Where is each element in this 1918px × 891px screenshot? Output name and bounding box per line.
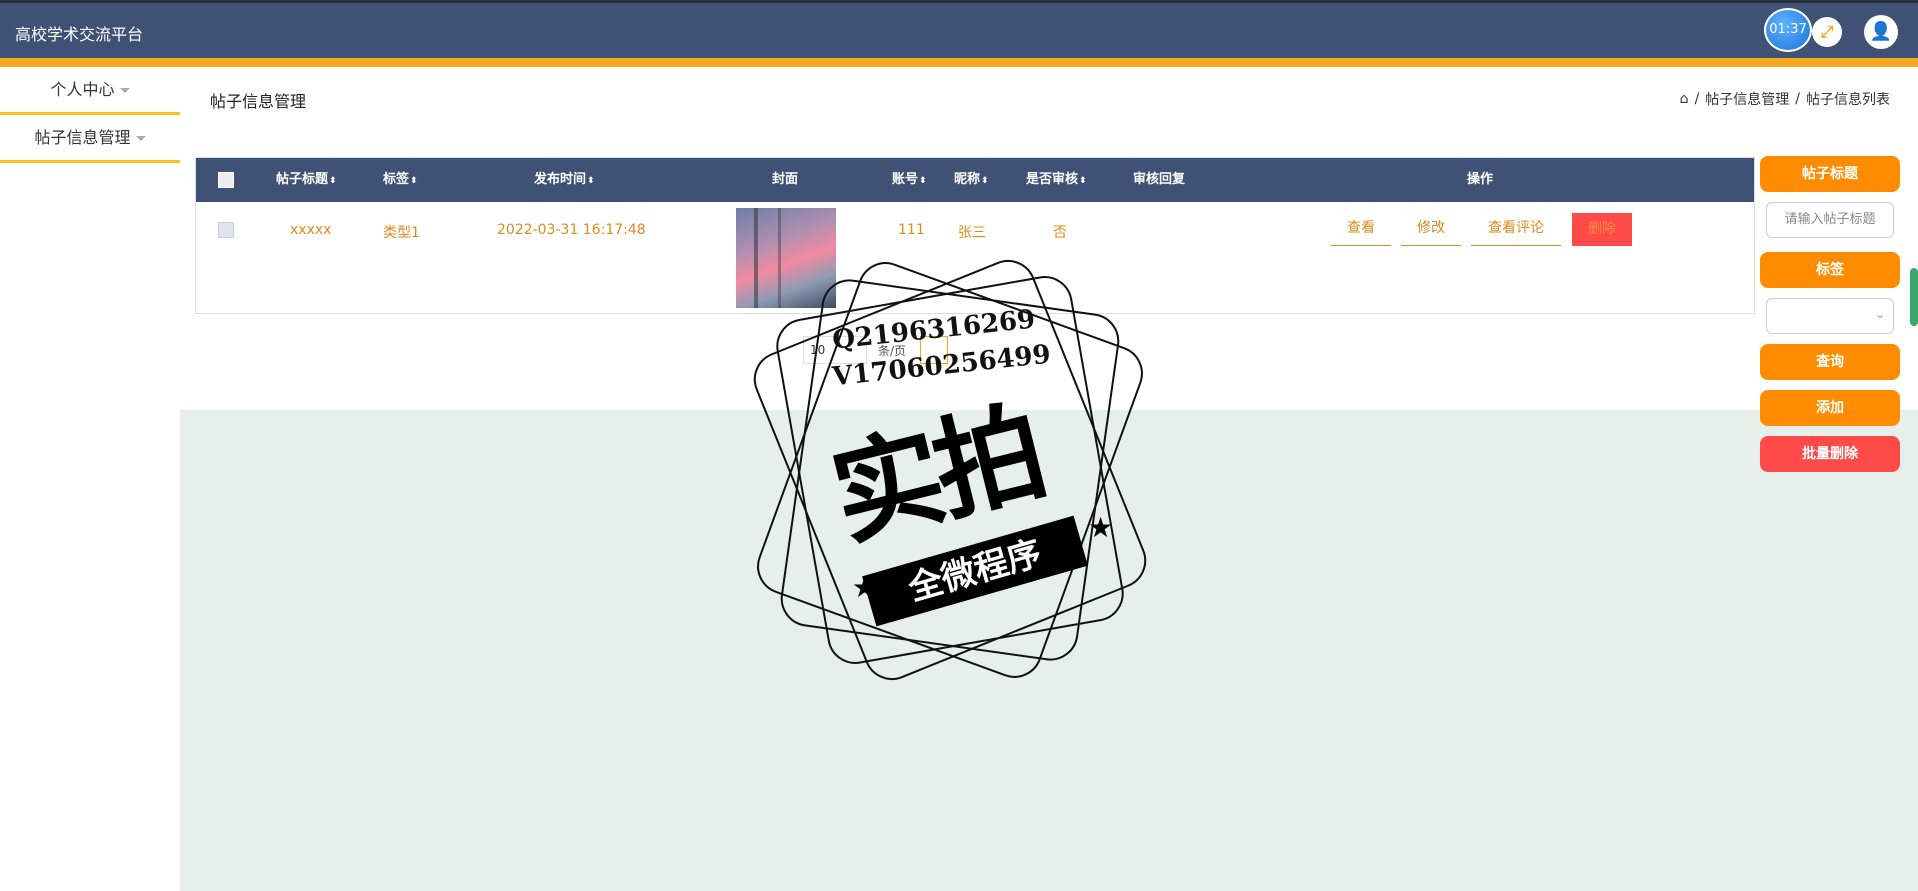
caret-down-icon xyxy=(119,88,130,93)
row-checkbox[interactable] xyxy=(218,222,234,238)
sidebar-item-label: 帖子信息管理 xyxy=(34,128,131,147)
column-header-nickname[interactable]: 昵称⬍ xyxy=(954,158,989,202)
column-header-title[interactable]: 帖子标题⬍ xyxy=(276,158,337,202)
breadcrumb-item[interactable]: 帖子信息管理 xyxy=(1705,89,1789,109)
query-button[interactable]: 查询 xyxy=(1760,344,1900,380)
column-header-reply: 审核回复 xyxy=(1133,172,1186,187)
column-header-tag[interactable]: 标签⬍ xyxy=(383,158,418,202)
cover-image[interactable] xyxy=(736,208,836,308)
view-button[interactable]: 查看 xyxy=(1331,213,1391,246)
column-header-audited[interactable]: 是否审核⬍ xyxy=(1026,158,1087,202)
title-filter-label[interactable]: 帖子标题 xyxy=(1760,156,1900,192)
edit-button[interactable]: 修改 xyxy=(1401,213,1461,246)
content-background xyxy=(180,410,1918,891)
page-size-select[interactable]: 10 xyxy=(803,336,867,364)
view-comments-button[interactable]: 查看评论 xyxy=(1471,213,1561,246)
breadcrumb-item: 帖子信息列表 xyxy=(1806,92,1890,108)
chevron-down-icon: ⌄ xyxy=(1874,307,1885,321)
cell-audited: 否 xyxy=(1053,225,1067,241)
sidebar-item-post-management[interactable]: 帖子信息管理 xyxy=(0,115,180,163)
add-button[interactable]: 添加 xyxy=(1760,390,1900,426)
column-header-time[interactable]: 发布时间⬍ xyxy=(534,158,595,202)
tag-select[interactable]: ⌄ xyxy=(1766,298,1894,334)
top-bar: 高校学术交流平台 01:37 ⤢ 👤 xyxy=(0,0,1918,58)
select-all-checkbox[interactable] xyxy=(218,172,234,188)
sidebar-item-label: 个人中心 xyxy=(50,80,115,99)
scrollbar-thumb[interactable] xyxy=(1910,268,1918,326)
post-table: 帖子标题⬍ 标签⬍ 发布时间⬍ 封面 账号⬍ 昵称⬍ 是否审核⬍ 审核回复 操作… xyxy=(195,157,1755,314)
breadcrumb-separator: / xyxy=(1795,91,1800,107)
pager-current-page[interactable] xyxy=(920,336,948,364)
expand-icon[interactable]: ⤢ xyxy=(1812,17,1842,47)
column-header-cover: 封面 xyxy=(772,172,799,187)
delete-button[interactable]: 删除 xyxy=(1572,213,1632,246)
sidebar: 个人中心 帖子信息管理 xyxy=(0,67,180,891)
cell-account: 111 xyxy=(898,222,925,238)
table-header: 帖子标题⬍ 标签⬍ 发布时间⬍ 封面 账号⬍ 昵称⬍ 是否审核⬍ 审核回复 操作 xyxy=(196,158,1754,202)
app-title: 高校学术交流平台 xyxy=(15,25,144,44)
column-header-actions: 操作 xyxy=(1467,172,1494,187)
page-title: 帖子信息管理 xyxy=(210,92,307,111)
home-icon[interactable]: ⌂ xyxy=(1680,91,1689,107)
user-icon[interactable]: 👤 xyxy=(1864,15,1898,49)
cell-title: xxxxx xyxy=(290,222,332,238)
column-header-account[interactable]: 账号⬍ xyxy=(892,158,927,202)
title-search-input[interactable]: 请输入帖子标题 xyxy=(1766,202,1894,238)
breadcrumb-separator: / xyxy=(1694,91,1700,107)
batch-delete-button[interactable]: 批量删除 xyxy=(1760,436,1900,472)
cell-tag: 类型1 xyxy=(383,225,420,241)
breadcrumb: ⌂ / 帖子信息管理 / 帖子信息列表 xyxy=(1680,89,1890,109)
sidebar-item-personal-center[interactable]: 个人中心 xyxy=(0,67,180,115)
tag-filter-label[interactable]: 标签 xyxy=(1760,252,1900,288)
page-size-label: 条/页 xyxy=(878,344,907,358)
cell-nickname: 张三 xyxy=(958,225,986,241)
header-accent-bar xyxy=(0,58,1918,67)
timer-badge[interactable]: 01:37 xyxy=(1764,8,1812,52)
cell-time: 2022-03-31 16:17:48 xyxy=(497,222,646,238)
caret-down-icon xyxy=(135,136,146,141)
